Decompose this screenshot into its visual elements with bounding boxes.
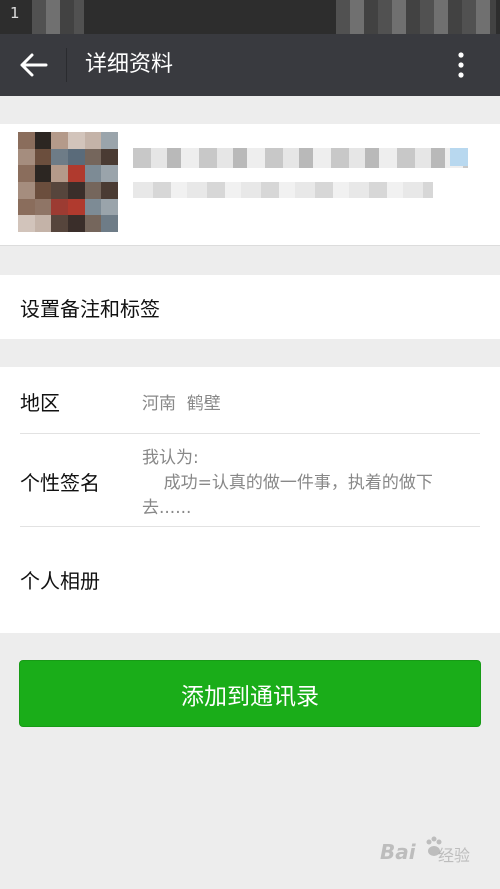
avatar-pixel xyxy=(34,181,52,199)
avatar-pixel xyxy=(18,198,35,216)
status-bar: 1 xyxy=(0,0,500,34)
gender-icon xyxy=(450,148,468,166)
remark-and-tags-row[interactable]: 设置备注和标签 xyxy=(0,275,500,339)
signature-line: 去...... xyxy=(142,498,192,518)
avatar-pixel xyxy=(67,181,85,199)
row-divider xyxy=(20,526,480,527)
app-bar: 详细资料 xyxy=(0,34,500,96)
album-label: 个人相册 xyxy=(20,569,100,593)
avatar-pixel xyxy=(51,198,68,216)
signature-value: 我认为: 成功=认真的做一件事，执着的做下 去...... xyxy=(142,446,433,521)
account-id-blurred xyxy=(133,182,433,198)
avatar-pixel xyxy=(101,132,118,149)
avatar-pixel xyxy=(67,215,85,232)
page-title: 详细资料 xyxy=(85,52,174,77)
avatar[interactable] xyxy=(18,132,118,232)
avatar-pixel xyxy=(84,181,102,199)
signature-line: 我认为: xyxy=(142,448,199,468)
avatar-pixel xyxy=(34,198,52,216)
avatar-pixel xyxy=(84,198,102,216)
status-blur-right xyxy=(336,0,496,34)
avatar-pixel xyxy=(84,165,102,182)
row-divider xyxy=(20,433,480,434)
avatar-pixel xyxy=(101,181,118,199)
avatar-pixel xyxy=(18,132,35,149)
avatar-pixel xyxy=(84,132,102,149)
baidu-watermark: Bai 经验 xyxy=(380,832,490,872)
details-card: 地区 河南 鹤壁 个性签名 我认为: 成功=认真的做一件事，执着的做下 去...… xyxy=(0,367,500,633)
more-vertical-icon[interactable] xyxy=(448,48,474,82)
avatar-pixel xyxy=(18,165,35,182)
region-value: 河南 鹤壁 xyxy=(142,394,221,414)
avatar-pixel xyxy=(34,165,52,182)
avatar-pixel xyxy=(84,215,102,232)
add-to-contacts-button[interactable]: 添加到通讯录 xyxy=(19,660,481,727)
watermark-suffix: 经验 xyxy=(438,846,471,865)
avatar-pixel xyxy=(34,215,52,232)
arrow-left-icon[interactable] xyxy=(16,49,52,81)
avatar-pixel xyxy=(101,148,118,166)
signature-label: 个性签名 xyxy=(20,471,100,495)
avatar-pixel xyxy=(18,215,35,232)
profile-card[interactable] xyxy=(0,124,500,246)
region-label: 地区 xyxy=(20,391,60,415)
avatar-pixel xyxy=(67,148,85,166)
avatar-pixel xyxy=(18,148,35,166)
avatar-pixel xyxy=(101,165,118,182)
app-bar-divider xyxy=(66,48,67,82)
avatar-pixel xyxy=(34,148,52,166)
signature-line: 成功=认真的做一件事，执着的做下 xyxy=(142,473,433,493)
avatar-pixel xyxy=(51,215,68,232)
avatar-pixel xyxy=(18,181,35,199)
status-blur-left xyxy=(32,0,84,34)
remark-label: 设置备注和标签 xyxy=(20,297,160,321)
avatar-pixel xyxy=(101,198,118,216)
avatar-pixel xyxy=(101,215,118,232)
avatar-pixel xyxy=(34,132,52,149)
avatar-pixel xyxy=(84,148,102,166)
avatar-pixel xyxy=(51,148,68,166)
avatar-pixel xyxy=(67,132,85,149)
avatar-pixel xyxy=(67,165,85,182)
avatar-pixel xyxy=(67,198,85,216)
status-time: 1 xyxy=(10,4,20,22)
avatar-pixel xyxy=(51,132,68,149)
avatar-pixel xyxy=(51,181,68,199)
avatar-pixel xyxy=(51,165,68,182)
nickname-blurred xyxy=(133,148,468,168)
watermark-text: Bai xyxy=(380,840,416,864)
